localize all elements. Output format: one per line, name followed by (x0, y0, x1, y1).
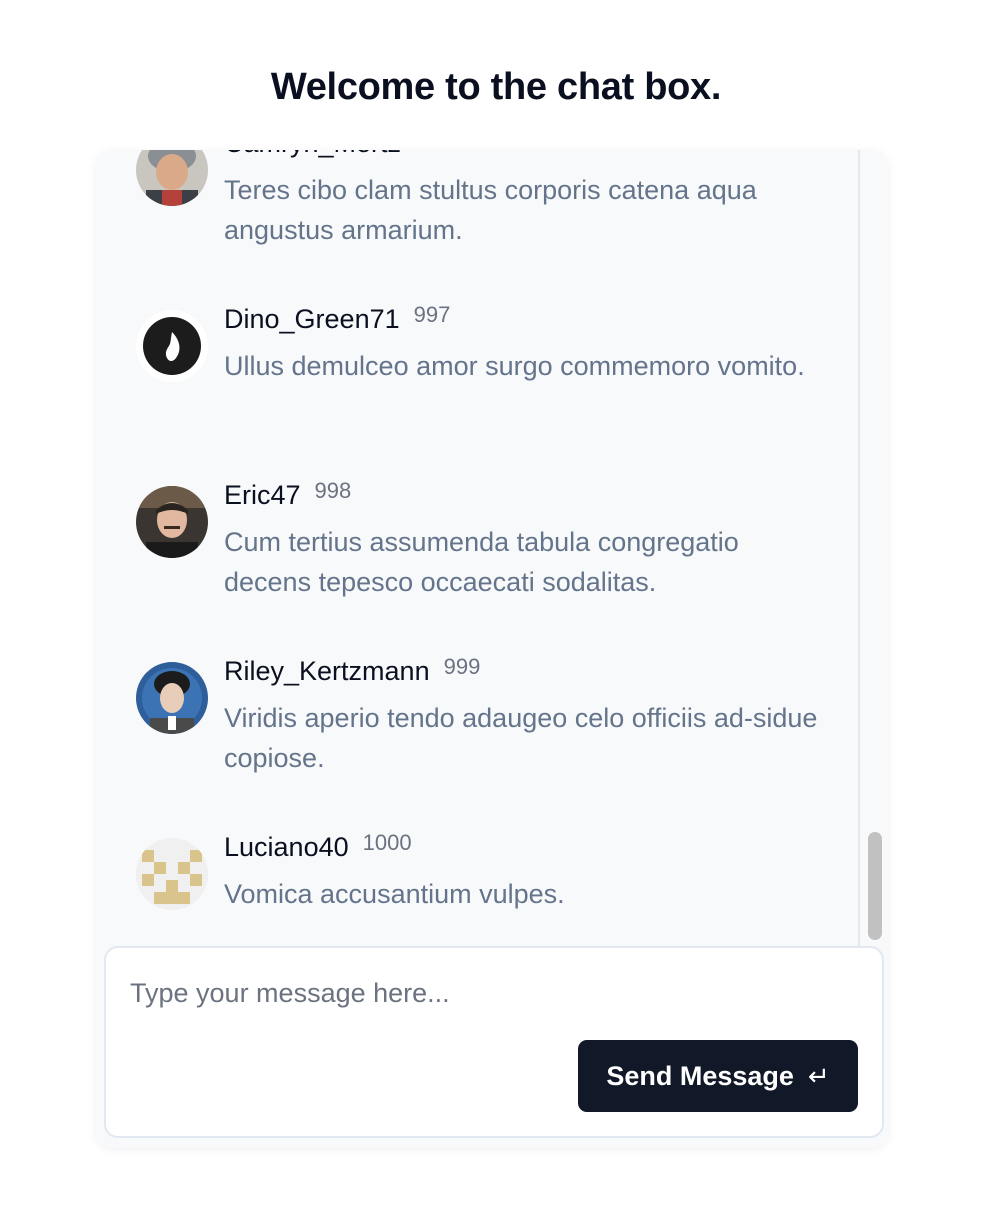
message-input[interactable] (130, 978, 850, 1028)
message-composer: Send Message ↵ (104, 946, 884, 1138)
message-username: Dino_Green71 (224, 304, 400, 334)
message-username: Camryn_Mertz (224, 150, 401, 158)
message-username: Eric47 (224, 480, 301, 510)
chat-box: Camryn_Mertz 996 Teres cibo clam stultus … (96, 150, 888, 1148)
scrollbar-thumb[interactable] (868, 832, 882, 940)
message-number: 997 (413, 302, 451, 327)
message-text: Cum tertius assumenda tabula congregatio… (224, 527, 739, 597)
message-item: Riley_Kertzmann 999 Viridis aperio tendo … (96, 654, 858, 832)
send-message-button[interactable]: Send Message ↵ (578, 1040, 858, 1112)
message-item: Eric47 998 Cum tertius assumenda tabula c… (96, 478, 858, 656)
avatar (136, 838, 208, 910)
message-item: Luciano40 1000 Vomica accusantium vulpes. (96, 830, 858, 946)
message-text: Ullus demulceo amor surgo commemoro vomi… (224, 351, 805, 381)
avatar (136, 150, 208, 206)
message-number: 996 (415, 150, 452, 151)
message-number: 999 (443, 654, 481, 679)
enter-icon: ↵ (807, 1061, 830, 1091)
message-text: Teres cibo clam stultus corporis catena … (224, 175, 757, 245)
message-number: 998 (314, 478, 352, 503)
avatar (136, 310, 208, 382)
message-item: Dino_Green71 997 Ullus demulceo amor surg… (96, 302, 858, 480)
message-username: Riley_Kertzmann (224, 656, 430, 686)
message-username: Luciano40 (224, 832, 349, 862)
message-list[interactable]: Camryn_Mertz 996 Teres cibo clam stultus … (96, 150, 858, 946)
page-title: Welcome to the chat box. (270, 66, 722, 108)
avatar (136, 486, 208, 558)
message-number: 1000 (362, 830, 412, 855)
message-text: Viridis aperio tendo adaugeo celo offici… (224, 703, 818, 773)
message-text: Vomica accusantium vulpes. (224, 879, 565, 909)
avatar (136, 662, 208, 734)
message-item: Camryn_Mertz 996 Teres cibo clam stultus … (96, 150, 858, 304)
send-button-label: Send Message (606, 1060, 794, 1091)
scrollbar[interactable] (858, 150, 888, 946)
